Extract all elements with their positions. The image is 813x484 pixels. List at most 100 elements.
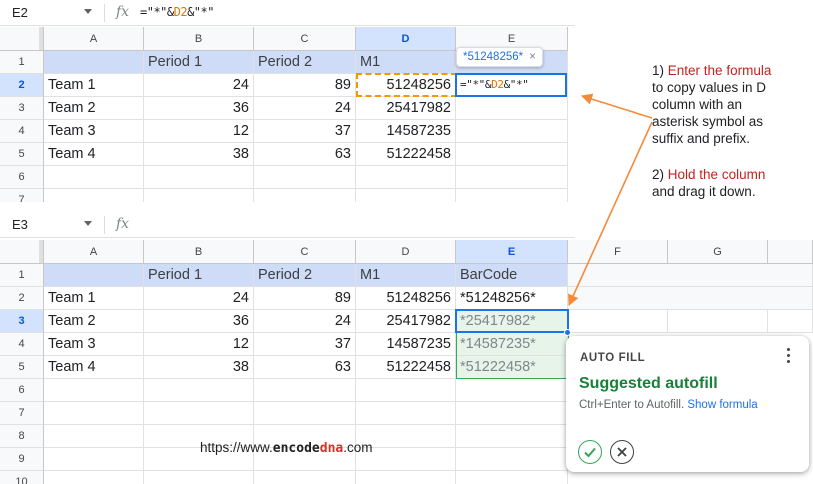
cell-b2[interactable]: 24 <box>144 287 254 310</box>
cell-e6[interactable] <box>456 379 568 402</box>
select-all-corner[interactable] <box>0 27 44 51</box>
col-header-d[interactable]: D <box>356 240 456 264</box>
accept-autofill-button[interactable] <box>578 440 602 464</box>
cell-c5[interactable]: 63 <box>254 143 356 166</box>
cell-e9[interactable] <box>456 448 568 471</box>
cell-e7[interactable] <box>456 402 568 425</box>
cell-c10[interactable] <box>254 471 356 484</box>
cell-b7[interactable] <box>144 402 254 425</box>
cell-f3[interactable] <box>568 310 668 333</box>
cell-e6[interactable] <box>456 166 568 189</box>
cell-b4[interactable]: 12 <box>144 333 254 356</box>
cell-c6[interactable] <box>254 166 356 189</box>
row-header-1[interactable]: 1 <box>0 51 44 74</box>
col-header-a[interactable]: A <box>44 240 144 264</box>
cell-a6[interactable] <box>44 166 144 189</box>
cell-a10[interactable] <box>44 471 144 484</box>
cell-a5[interactable]: Team 4 <box>44 356 144 379</box>
cell-e10[interactable] <box>456 471 568 484</box>
cell-e3[interactable] <box>456 97 568 120</box>
cell-e4[interactable] <box>456 120 568 143</box>
cell-e2[interactable]: *51248256* <box>456 287 568 310</box>
cell-a5[interactable]: Team 4 <box>44 143 144 166</box>
row-header-9[interactable]: 9 <box>0 448 44 471</box>
cell-b1[interactable]: Period 1 <box>144 51 254 74</box>
cell-d4[interactable]: 14587235 <box>356 120 456 143</box>
cell-b10[interactable] <box>144 471 254 484</box>
cell-d1[interactable]: M1 <box>356 264 456 287</box>
cell-b5[interactable]: 38 <box>144 356 254 379</box>
cell-a2[interactable]: Team 1 <box>44 74 144 97</box>
cell-e1[interactable]: BarCode <box>456 264 568 287</box>
name-box[interactable]: E3 <box>12 217 28 232</box>
cell-b2[interactable]: 24 <box>144 74 254 97</box>
cell-d7[interactable] <box>356 189 456 202</box>
chevron-down-icon[interactable] <box>84 9 92 14</box>
row-header-4[interactable]: 4 <box>0 333 44 356</box>
cell-a3[interactable]: Team 2 <box>44 97 144 120</box>
dismiss-autofill-button[interactable] <box>610 440 634 464</box>
col-header-c[interactable]: C <box>254 27 356 51</box>
cell-c1[interactable]: Period 2 <box>254 51 356 74</box>
row-header-5[interactable]: 5 <box>0 356 44 379</box>
cell-a3[interactable]: Team 2 <box>44 310 144 333</box>
cell-c2[interactable]: 89 <box>254 287 356 310</box>
more-options-icon[interactable] <box>787 348 791 366</box>
cell-c4[interactable]: 37 <box>254 120 356 143</box>
col-header-h[interactable] <box>768 240 813 264</box>
chevron-down-icon[interactable] <box>84 221 92 226</box>
cell-e5[interactable] <box>456 143 568 166</box>
row-header-4[interactable]: 4 <box>0 120 44 143</box>
col-header-a[interactable]: A <box>44 27 144 51</box>
cell-editor[interactable]: ="*"&D2&"*" <box>455 73 567 97</box>
row-header-10[interactable]: 10 <box>0 471 44 484</box>
cell-e7[interactable] <box>456 189 568 202</box>
show-formula-link[interactable]: Show formula <box>687 399 757 411</box>
cell-d2[interactable]: 51248256 <box>356 287 456 310</box>
cell-b6[interactable] <box>144 379 254 402</box>
row-header-2[interactable]: 2 <box>0 287 44 310</box>
cell-a1[interactable] <box>44 51 144 74</box>
cell-a7[interactable] <box>44 402 144 425</box>
cell-c2[interactable]: 89 <box>254 74 356 97</box>
row-header-3[interactable]: 3 <box>0 310 44 333</box>
cell-c3[interactable]: 24 <box>254 310 356 333</box>
cell-c4[interactable]: 37 <box>254 333 356 356</box>
row-header-6[interactable]: 6 <box>0 379 44 402</box>
cell-d4[interactable]: 14587235 <box>356 333 456 356</box>
cell-b7[interactable] <box>144 189 254 202</box>
cell-d6[interactable] <box>356 379 456 402</box>
row-header-7[interactable]: 7 <box>0 189 44 202</box>
col-header-e[interactable]: E <box>456 240 568 264</box>
cell-a2[interactable]: Team 1 <box>44 287 144 310</box>
name-box[interactable]: E2 <box>12 5 28 20</box>
col-header-d[interactable]: D <box>356 27 456 51</box>
row-header-3[interactable]: 3 <box>0 97 44 120</box>
cell-d3[interactable]: 25417982 <box>356 310 456 333</box>
cell-a4[interactable]: Team 3 <box>44 120 144 143</box>
cell-b1[interactable]: Period 1 <box>144 264 254 287</box>
cell-b3[interactable]: 36 <box>144 97 254 120</box>
row-header-6[interactable]: 6 <box>0 166 44 189</box>
cell-d3[interactable]: 25417982 <box>356 97 456 120</box>
close-icon[interactable]: × <box>529 51 536 63</box>
cell-e8[interactable] <box>456 425 568 448</box>
cell-a1[interactable] <box>44 264 144 287</box>
cell-c6[interactable] <box>254 379 356 402</box>
cell-h3[interactable] <box>768 310 813 333</box>
cell-a8[interactable] <box>44 425 144 448</box>
col-header-b[interactable]: B <box>144 27 254 51</box>
cell-c7[interactable] <box>254 189 356 202</box>
cell-d5[interactable]: 51222458 <box>356 356 456 379</box>
select-all-corner[interactable] <box>0 240 44 264</box>
cells-f1-g1[interactable] <box>568 264 813 287</box>
cell-a4[interactable]: Team 3 <box>44 333 144 356</box>
col-header-c[interactable]: C <box>254 240 356 264</box>
cell-b5[interactable]: 38 <box>144 143 254 166</box>
formula-input[interactable]: ="*"&D2&"*" <box>140 5 214 19</box>
cell-b3[interactable]: 36 <box>144 310 254 333</box>
cell-c3[interactable]: 24 <box>254 97 356 120</box>
cell-d1[interactable]: M1 <box>356 51 456 74</box>
cell-d6[interactable] <box>356 166 456 189</box>
row-header-2[interactable]: 2 <box>0 74 44 97</box>
